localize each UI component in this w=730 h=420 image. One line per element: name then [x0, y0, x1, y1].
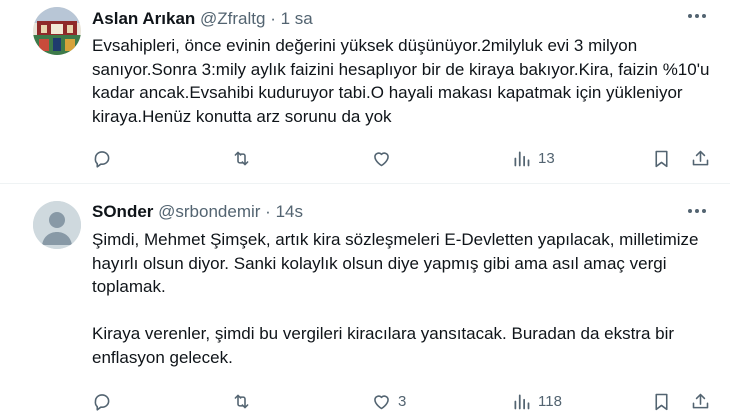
handle[interactable]: @Zfraltg: [200, 9, 265, 28]
reply-icon: [94, 393, 110, 411]
tweet-actions: 13: [0, 146, 730, 170]
like-button[interactable]: [371, 146, 398, 170]
like-icon: [374, 394, 389, 409]
like-count: 3: [398, 392, 407, 410]
tweet-text: Evsahipleri, önce evinin değerini yüksek…: [92, 36, 710, 126]
share-button[interactable]: [690, 146, 711, 170]
views-button[interactable]: 13: [511, 146, 555, 170]
tweet-header: Aslan Arıkan @Zfraltg · 1 sa: [92, 8, 313, 30]
retweet-icon: [234, 394, 249, 408]
like-button[interactable]: 3: [371, 389, 406, 413]
tweet-header: SOnder @srbondemir · 14s: [92, 201, 303, 223]
retweet-button[interactable]: [231, 389, 258, 413]
bookmark-icon: [655, 393, 668, 410]
handle[interactable]: @srbondemir: [158, 202, 260, 221]
avatar[interactable]: [33, 201, 81, 249]
bookmark-button[interactable]: [651, 146, 672, 170]
timestamp[interactable]: 14s: [276, 202, 303, 221]
tweet-actions: 3 118: [0, 389, 730, 413]
views-icon: [514, 151, 530, 166]
default-avatar-icon: [33, 201, 81, 249]
separator-dot: ·: [265, 202, 271, 221]
reply-icon: [94, 150, 110, 168]
retweet-icon: [234, 151, 249, 165]
retweet-button[interactable]: [231, 146, 258, 170]
bookmark-icon: [655, 150, 668, 167]
like-icon: [374, 151, 389, 166]
share-icon: [692, 393, 709, 408]
more-icon: [688, 209, 706, 213]
tweet-paragraph: Kiraya verenler, şimdi bu vergileri kira…: [92, 324, 675, 367]
reply-button[interactable]: [92, 389, 119, 413]
views-icon: [514, 394, 530, 409]
share-icon: [692, 150, 709, 165]
views-button[interactable]: 118: [511, 389, 562, 413]
tweet-text: Şimdi, Mehmet Şimşek, artık kira sözleşm…: [92, 228, 717, 369]
tweet[interactable]: Aslan Arıkan @Zfraltg · 1 sa Evsahipleri…: [0, 0, 730, 183]
timestamp[interactable]: 1 sa: [281, 9, 313, 28]
display-name[interactable]: Aslan Arıkan: [92, 9, 195, 28]
more-options-button[interactable]: [686, 200, 708, 222]
profile-photo-icon: [33, 7, 81, 55]
views-count: 118: [538, 392, 562, 410]
tweet[interactable]: SOnder @srbondemir · 14s Şimdi, Mehmet Ş…: [0, 184, 730, 420]
reply-button[interactable]: [92, 146, 119, 170]
separator-dot: ·: [270, 9, 276, 28]
views-count: 13: [538, 149, 555, 167]
display-name[interactable]: SOnder: [92, 202, 153, 221]
more-icon: [688, 14, 706, 18]
tweet-paragraph: Şimdi, Mehmet Şimşek, artık kira sözleşm…: [92, 230, 699, 296]
share-button[interactable]: [690, 389, 711, 413]
bookmark-button[interactable]: [651, 389, 672, 413]
avatar[interactable]: [33, 7, 81, 55]
more-options-button[interactable]: [686, 5, 708, 27]
